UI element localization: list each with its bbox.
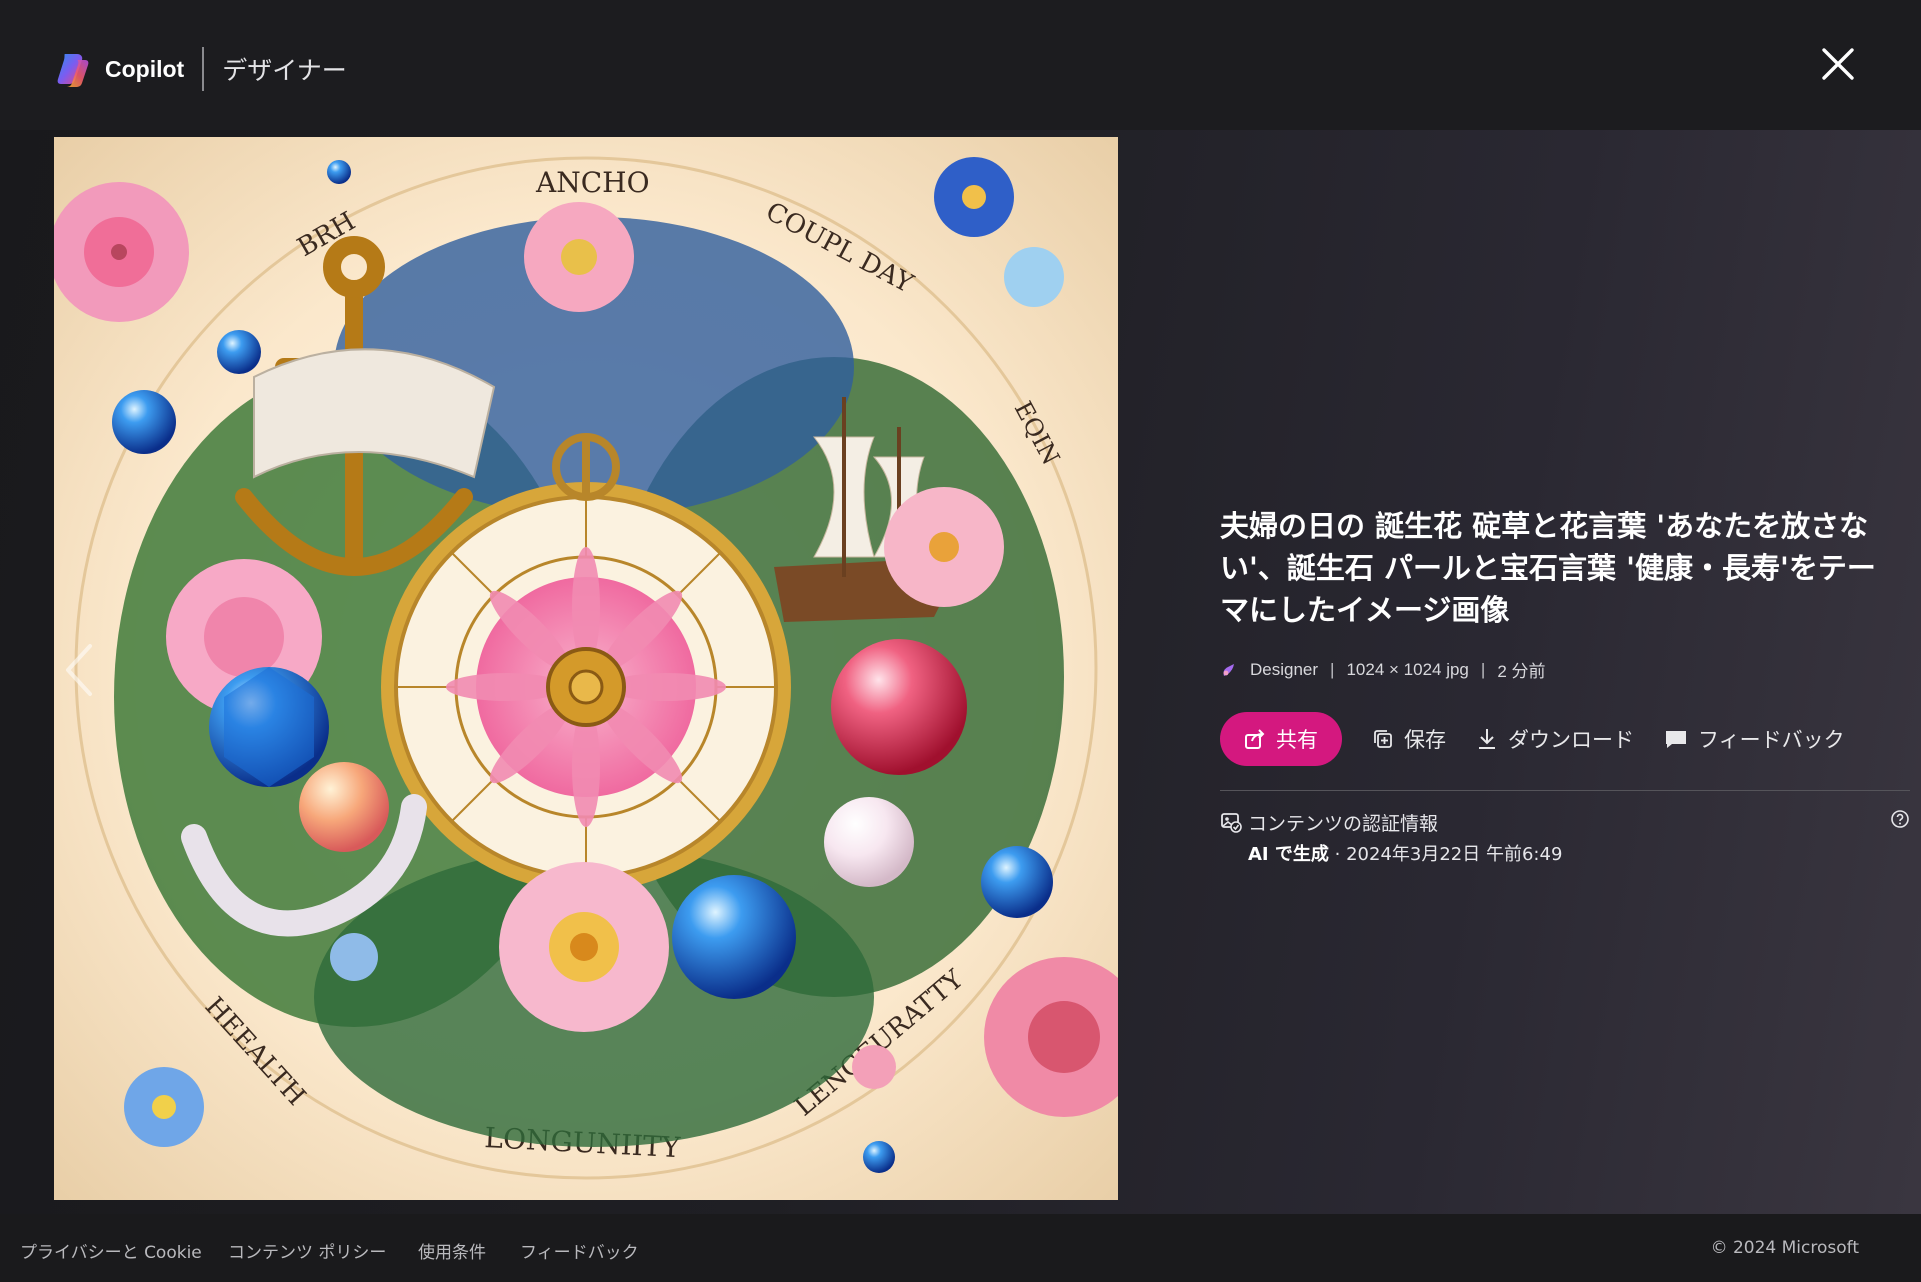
ring-label-top: ANCHO — [535, 166, 650, 199]
close-icon[interactable] — [1818, 44, 1858, 84]
content-policy-link[interactable]: コンテンツ ポリシー — [228, 1238, 386, 1263]
credentials-title: コンテンツの認証情報 — [1248, 813, 1439, 835]
download-icon — [1479, 729, 1495, 749]
content-credentials: コンテンツの認証情報 AI で生成 · 2024年3月22日 午前6:49 — [1220, 809, 1910, 866]
save-button[interactable]: 保存 — [1372, 724, 1446, 754]
share-label: 共有 — [1276, 728, 1318, 752]
credentials-info: AI で生成 · 2024年3月22日 午前6:49 — [1248, 840, 1562, 866]
footer-feedback-link[interactable]: フィードバック — [520, 1238, 639, 1263]
privacy-link[interactable]: プライバシーと Cookie — [20, 1238, 202, 1263]
credentials-date: · 2024年3月22日 午前6:49 — [1334, 844, 1563, 865]
brand[interactable]: Copilot デザイナー — [55, 47, 347, 91]
generated-image: ANCHO BRH COUPL DAY EQIN LONGUNIITY HEEA… — [54, 137, 1118, 1200]
terms-link[interactable]: 使用条件 — [418, 1238, 486, 1263]
designer-icon — [1223, 663, 1234, 676]
copilot-logo-icon — [57, 54, 89, 87]
image-meta: Designer | 1024 × 1024 jpg | 2 分前 — [1220, 657, 1910, 682]
download-button[interactable]: ダウンロード — [1476, 724, 1634, 754]
collection-save-icon — [1374, 730, 1392, 748]
section-name: デザイナー — [222, 56, 347, 85]
meta-separator: | — [1330, 659, 1335, 679]
brand-divider — [202, 47, 205, 91]
meta-dimensions: 1024 × 1024 jpg — [1346, 659, 1469, 679]
chevron-left-icon[interactable] — [60, 640, 100, 700]
credentials-generated: AI で生成 — [1248, 844, 1329, 865]
zodiac-illustration: ANCHO BRH COUPL DAY EQIN LONGUNIITY HEEA… — [54, 137, 1118, 1200]
content-credentials-icon — [1221, 813, 1242, 833]
share-button[interactable]: 共有 — [1220, 712, 1342, 766]
share-icon — [1245, 729, 1265, 749]
copyright: © 2024 Microsoft — [1710, 1238, 1859, 1258]
meta-age: 2 分前 — [1497, 662, 1546, 681]
image-details-panel: 夫婦の日の 誕生花 碇草と花言葉 'あなたを放さない'、誕生石 パールと宝石言葉… — [1220, 505, 1910, 866]
feedback-icon — [1666, 731, 1686, 748]
meta-separator: | — [1480, 659, 1486, 679]
brand-name: Copilot — [105, 55, 185, 82]
image-title: 夫婦の日の 誕生花 碇草と花言葉 'あなたを放さない'、誕生石 パールと宝石言葉… — [1220, 509, 1876, 627]
meta-source: Designer — [1250, 659, 1319, 679]
image-actions: 共有 保存 ダウンロード フィードバック — [1220, 712, 1910, 766]
feedback-button[interactable]: フィードバック — [1664, 724, 1845, 754]
help-icon[interactable] — [1890, 809, 1910, 829]
footer: プライバシーと Cookie コンテンツ ポリシー 使用条件 フィードバック ©… — [0, 1214, 1921, 1282]
top-bar: Copilot デザイナー — [0, 0, 1921, 130]
download-label: ダウンロード — [1508, 728, 1634, 752]
feedback-label: フィードバック — [1698, 728, 1845, 752]
save-label: 保存 — [1404, 728, 1446, 752]
panel-divider — [1220, 790, 1910, 791]
